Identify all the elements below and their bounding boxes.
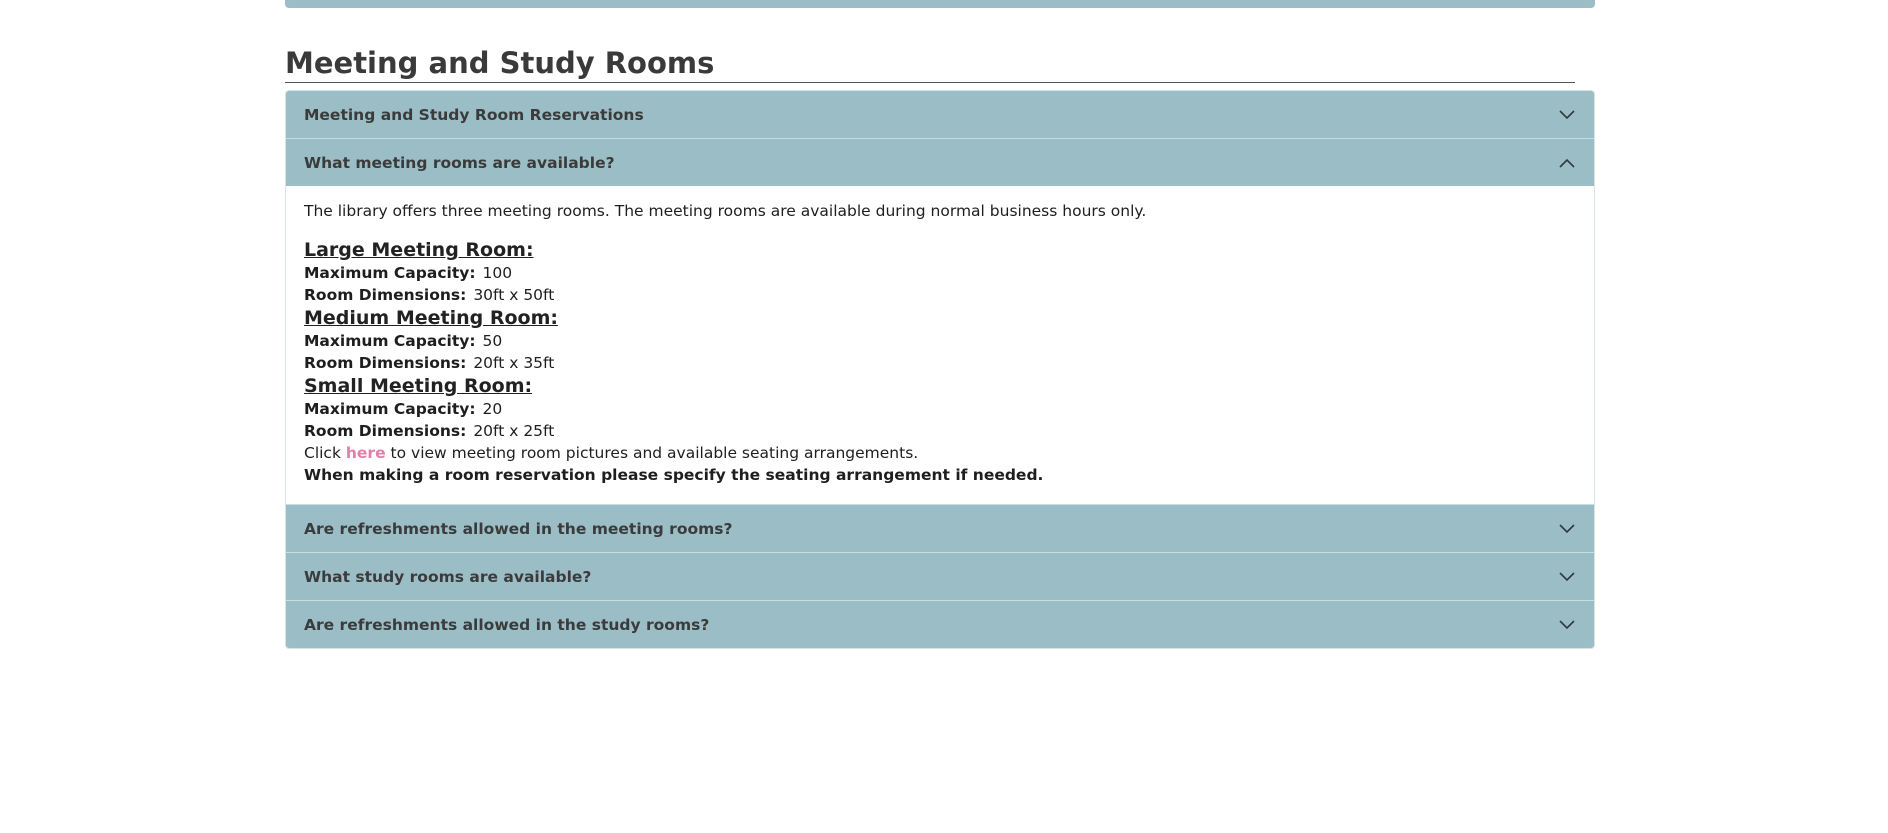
room-dimensions: Room Dimensions: 30ft x 50ft <box>304 284 1576 306</box>
dimensions-label: Room Dimensions: <box>304 286 467 304</box>
faq-accordion: Meeting and Study Room Reservations What… <box>285 90 1595 649</box>
accordion-item-study-rooms: What study rooms are available? <box>286 552 1594 600</box>
dimensions-label: Room Dimensions: <box>304 354 467 372</box>
room-title-large: Large Meeting Room: <box>304 239 534 261</box>
room-dimensions: Room Dimensions: 20ft x 25ft <box>304 420 1576 442</box>
chevron-down-icon[interactable] <box>1558 616 1576 634</box>
chevron-down-icon[interactable] <box>1558 520 1576 538</box>
pictures-link-line: Click here to view meeting room pictures… <box>304 442 1576 464</box>
dimensions-value: 30ft x 50ft <box>473 286 555 304</box>
accordion-item-meeting-rooms: What meeting rooms are available? The li… <box>286 138 1594 504</box>
accordion-item-meeting-refreshments: Are refreshments allowed in the meeting … <box>286 504 1594 552</box>
reservation-note: When making a room reservation please sp… <box>304 466 1044 484</box>
click-suffix: to view meeting room pictures and availa… <box>390 444 919 462</box>
accordion-header-meeting-rooms[interactable]: What meeting rooms are available? <box>286 138 1594 186</box>
chevron-up-icon[interactable] <box>1558 154 1576 172</box>
capacity-value: 100 <box>482 264 513 282</box>
page-content: Meeting and Study Rooms Meeting and Stud… <box>285 0 1595 649</box>
room-capacity: Maximum Capacity: 100 <box>304 262 1576 284</box>
accordion-header-reservations[interactable]: Meeting and Study Room Reservations <box>286 91 1594 138</box>
room-dimensions: Room Dimensions: 20ft x 35ft <box>304 352 1576 374</box>
capacity-label: Maximum Capacity: <box>304 264 476 282</box>
room-capacity: Maximum Capacity: 20 <box>304 398 1576 420</box>
accordion-header-study-rooms[interactable]: What study rooms are available? <box>286 552 1594 600</box>
accordion-item-reservations: Meeting and Study Room Reservations <box>286 91 1594 138</box>
accordion-header-meeting-refreshments[interactable]: Are refreshments allowed in the meeting … <box>286 504 1594 552</box>
dimensions-label: Room Dimensions: <box>304 422 467 440</box>
dimensions-value: 20ft x 25ft <box>473 422 555 440</box>
accordion-title: What meeting rooms are available? <box>304 153 615 172</box>
capacity-label: Maximum Capacity: <box>304 332 476 350</box>
accordion-title: Are refreshments allowed in the meeting … <box>304 519 733 538</box>
accordion-header-study-refreshments[interactable]: Are refreshments allowed in the study ro… <box>286 600 1594 648</box>
accordion-panel-meeting-rooms: The library offers three meeting rooms. … <box>286 186 1594 504</box>
room-title-small: Small Meeting Room: <box>304 375 533 397</box>
accordion-title: Meeting and Study Room Reservations <box>304 105 644 124</box>
accordion-title: What study rooms are available? <box>304 567 592 586</box>
click-prefix: Click <box>304 444 341 462</box>
accordion-title: Are refreshments allowed in the study ro… <box>304 615 710 634</box>
capacity-value: 50 <box>482 332 503 350</box>
section-title: Meeting and Study Rooms <box>285 45 1575 83</box>
capacity-value: 20 <box>482 400 503 418</box>
room-title-medium: Medium Meeting Room: <box>304 307 558 329</box>
dimensions-value: 20ft x 35ft <box>473 354 555 372</box>
top-accordion-bar <box>285 0 1595 8</box>
pictures-link[interactable]: here <box>346 444 386 462</box>
chevron-down-icon[interactable] <box>1558 106 1576 124</box>
room-capacity: Maximum Capacity: 50 <box>304 330 1576 352</box>
accordion-item-study-refreshments: Are refreshments allowed in the study ro… <box>286 600 1594 648</box>
chevron-down-icon[interactable] <box>1558 568 1576 586</box>
panel-intro: The library offers three meeting rooms. … <box>304 202 1147 220</box>
capacity-label: Maximum Capacity: <box>304 400 476 418</box>
